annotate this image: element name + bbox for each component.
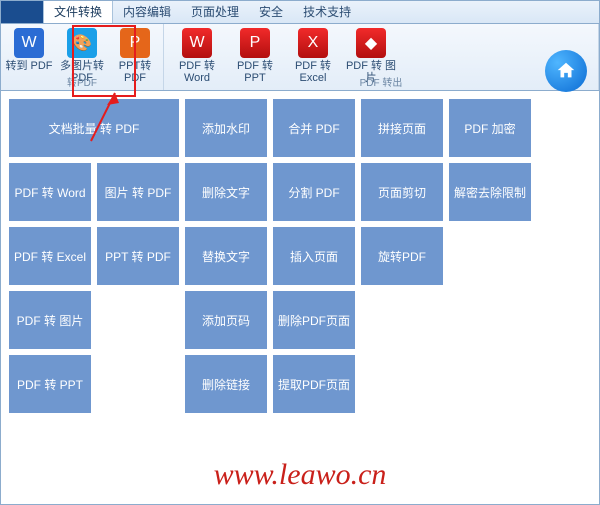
- tile-add-page-number[interactable]: 添加页码: [185, 291, 267, 349]
- tile-delete-link[interactable]: 删除链接: [185, 355, 267, 413]
- tile-merge-pdf[interactable]: 合并 PDF: [273, 99, 355, 157]
- pdf-ppt-icon: P: [240, 28, 270, 58]
- tile-rotate-pdf[interactable]: 旋转PDF: [361, 227, 443, 285]
- tile-crop-page[interactable]: 页面剪切: [361, 163, 443, 221]
- tile-pdf-to-excel[interactable]: PDF 转 Excel: [9, 227, 91, 285]
- tile-delete-pdf-page[interactable]: 删除PDF页面: [273, 291, 355, 349]
- tab-page-process[interactable]: 页面处理: [181, 1, 249, 23]
- tile-extract-pdf-page[interactable]: 提取PDF页面: [273, 355, 355, 413]
- word-icon: W: [14, 28, 44, 58]
- tile-pdf-to-image[interactable]: PDF 转 图片: [9, 291, 91, 349]
- tile-delete-text[interactable]: 删除文字: [185, 163, 267, 221]
- home-icon: [555, 60, 577, 82]
- ppt-icon: P: [120, 28, 150, 58]
- tile-image-to-pdf[interactable]: 图片 转 PDF: [97, 163, 179, 221]
- pdf-image-icon: ◆: [356, 28, 386, 58]
- group-title: 转PDF: [1, 74, 163, 89]
- tile-pdf-decrypt[interactable]: 解密去除限制: [449, 163, 531, 221]
- tile-pdf-encrypt[interactable]: PDF 加密: [449, 99, 531, 157]
- window-handle[interactable]: [1, 1, 43, 23]
- menu-tabs: 文件转换 内容编辑 页面处理 安全 技术支持: [1, 1, 599, 24]
- pdf-excel-icon: X: [298, 28, 328, 58]
- tile-split-pdf[interactable]: 分割 PDF: [273, 163, 355, 221]
- ribbon-label: 转到 PDF: [5, 60, 53, 72]
- tile-pdf-to-ppt[interactable]: PDF 转 PPT: [9, 355, 91, 413]
- palette-icon: 🎨: [67, 28, 97, 58]
- ribbon-toolbar: W 转到 PDF 🎨 多图片转PDF P PPT转PDF 转PDF W PDF …: [1, 24, 599, 91]
- tile-add-watermark[interactable]: 添加水印: [185, 99, 267, 157]
- annotation-arrow: [83, 91, 123, 151]
- ribbon-group-to-pdf: W 转到 PDF 🎨 多图片转PDF P PPT转PDF 转PDF: [1, 24, 164, 90]
- tile-pdf-to-word[interactable]: PDF 转 Word: [9, 163, 91, 221]
- watermark-text: www.leawo.cn: [1, 458, 599, 492]
- tile-join-page[interactable]: 拼接页面: [361, 99, 443, 157]
- pdf-word-icon: W: [182, 28, 212, 58]
- tab-security[interactable]: 安全: [249, 1, 293, 23]
- ribbon-group-pdf-export: W PDF 转 Word P PDF 转 PPT X PDF 转 Excel ◆…: [164, 24, 599, 90]
- tile-replace-text[interactable]: 替换文字: [185, 227, 267, 285]
- tab-file-convert[interactable]: 文件转换: [43, 1, 113, 23]
- tab-support[interactable]: 技术支持: [293, 1, 361, 23]
- tile-insert-page[interactable]: 插入页面: [273, 227, 355, 285]
- tile-ppt-to-pdf[interactable]: PPT 转 PDF: [97, 227, 179, 285]
- group-title: PDF 转出: [164, 74, 598, 89]
- tab-content-edit[interactable]: 内容编辑: [113, 1, 181, 23]
- home-button[interactable]: [545, 50, 587, 92]
